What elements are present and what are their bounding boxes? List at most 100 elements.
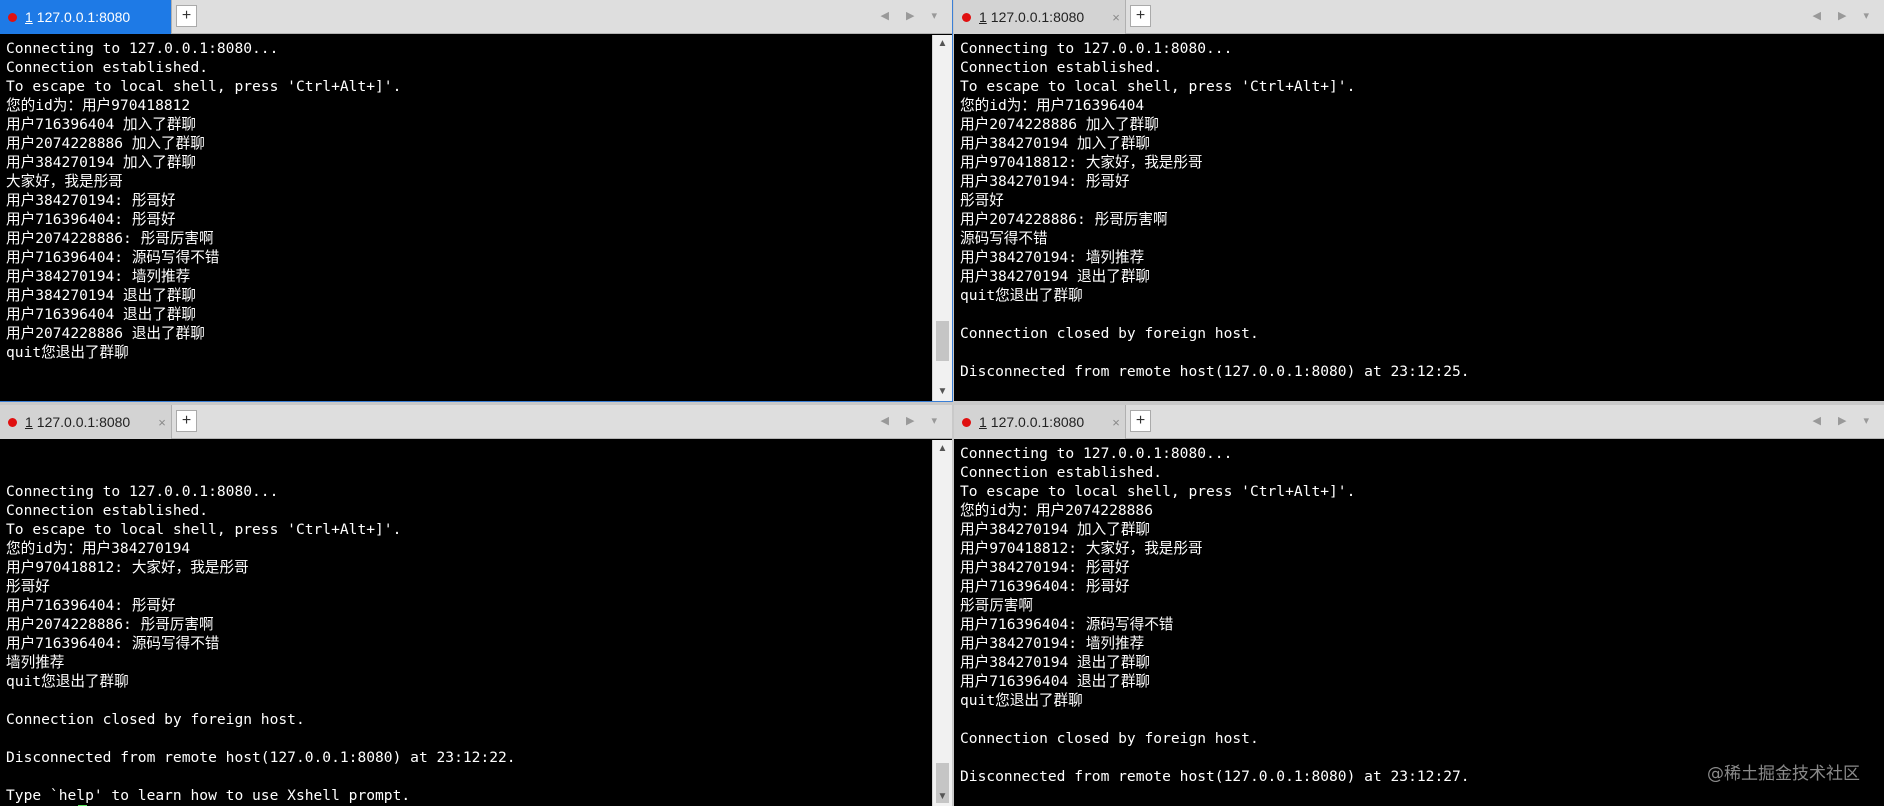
scroll-down-arrow-icon[interactable]: ▼ bbox=[933, 788, 952, 806]
terminal-line: Connection established. bbox=[960, 59, 1163, 76]
terminal-line: 用户716396404: 彤哥好 bbox=[960, 578, 1130, 595]
terminal-line: 用户2074228886: 彤哥厉害啊 bbox=[6, 230, 214, 247]
terminal-line: quit您退出了群聊 bbox=[6, 673, 129, 690]
tab-bar: 1 127.0.0.1:8080 × + ◀ ▶ ▾ bbox=[954, 0, 1884, 34]
terminal-output[interactable]: Connecting to 127.0.0.1:8080... Connectio… bbox=[6, 39, 928, 401]
terminal-line: 用户384270194 加入了群聊 bbox=[6, 154, 197, 171]
terminal-line: 用户970418812: 大家好，我是彤哥 bbox=[960, 154, 1203, 171]
terminal-line: 用户2074228886 加入了群聊 bbox=[6, 135, 205, 152]
tab-session[interactable]: 1 127.0.0.1:8080 bbox=[0, 0, 172, 34]
vertical-scrollbar[interactable]: ▲ ▼ bbox=[932, 35, 952, 401]
terminal-line: To escape to local shell, press 'Ctrl+Al… bbox=[6, 78, 402, 95]
terminal-line: 用户970418812: 大家好，我是彤哥 bbox=[6, 559, 249, 576]
tab-number: 1 bbox=[979, 9, 987, 25]
tab-session[interactable]: 1 127.0.0.1:8080 × bbox=[954, 405, 1126, 439]
terminal-pane-top-left[interactable]: 1 127.0.0.1:8080 + ◀ ▶ ▾ Connecting to 1… bbox=[0, 0, 953, 402]
scroll-up-arrow-icon[interactable]: ▲ bbox=[933, 35, 952, 53]
terminal-line: Connecting to 127.0.0.1:8080... bbox=[6, 483, 279, 500]
terminal-pane-bottom-right[interactable]: 1 127.0.0.1:8080 × + ◀ ▶ ▾ Connecting to… bbox=[954, 405, 1884, 806]
terminal-line: Disconnected from remote host(127.0.0.1:… bbox=[6, 749, 516, 766]
scroll-up-arrow-icon[interactable]: ▲ bbox=[933, 440, 952, 458]
connection-status-icon bbox=[8, 417, 17, 427]
terminal-line: 用户384270194: 墙列推荐 bbox=[960, 635, 1145, 652]
terminal-line: Connecting to 127.0.0.1:8080... bbox=[960, 40, 1233, 57]
terminal-line: 用户716396404: 彤哥好 bbox=[6, 597, 176, 614]
terminal-line: 彤哥好 bbox=[6, 578, 50, 595]
terminal-line: 用户716396404: 彤哥好 bbox=[6, 211, 176, 228]
tab-number: 1 bbox=[25, 414, 33, 430]
terminal-line: 您的id为：用户716396404 bbox=[960, 97, 1145, 114]
terminal-line: 用户384270194 退出了群聊 bbox=[960, 268, 1151, 285]
scroll-down-arrow-icon[interactable]: ▼ bbox=[933, 383, 952, 401]
terminal-line: Disconnected from remote host(127.0.0.1:… bbox=[960, 363, 1470, 380]
terminal-line: quit您退出了群聊 bbox=[6, 344, 129, 361]
tab-session[interactable]: 1 127.0.0.1:8080 × bbox=[0, 405, 172, 439]
tab-session[interactable]: 1 127.0.0.1:8080 × bbox=[954, 0, 1126, 34]
watermark: @稀土掘金技术社区 bbox=[1707, 764, 1860, 784]
terminal-line: 用户716396404 退出了群聊 bbox=[6, 306, 197, 323]
terminal-line: 彤哥好 bbox=[960, 192, 1004, 209]
tab-bar: 1 127.0.0.1:8080 + ◀ ▶ ▾ bbox=[0, 0, 952, 34]
terminal-output[interactable]: Connecting to 127.0.0.1:8080... Connectio… bbox=[960, 444, 1860, 806]
terminal-line: 墙列推荐 bbox=[6, 654, 65, 671]
terminal-line: 用户2074228886: 彤哥厉害啊 bbox=[960, 211, 1168, 228]
terminal-line: Connection closed by foreign host. bbox=[960, 325, 1259, 342]
terminal-line: 用户384270194: 墙列推荐 bbox=[6, 268, 191, 285]
close-tab-icon[interactable]: × bbox=[1107, 10, 1125, 25]
tab-navigation-arrows[interactable]: ◀ ▶ ▾ bbox=[880, 414, 944, 427]
close-tab-icon[interactable]: × bbox=[1107, 415, 1125, 430]
tab-number: 1 bbox=[25, 9, 33, 25]
terminal-line: 用户384270194: 彤哥好 bbox=[960, 559, 1130, 576]
terminal-line: To escape to local shell, press 'Ctrl+Al… bbox=[960, 78, 1356, 95]
terminal-line: 源码写得不错 bbox=[960, 230, 1048, 247]
connection-status-icon bbox=[962, 12, 971, 22]
terminal-line: Connection closed by foreign host. bbox=[960, 730, 1259, 747]
terminal-line: 用户384270194 退出了群聊 bbox=[960, 654, 1151, 671]
terminal-line: 彤哥厉害啊 bbox=[960, 597, 1033, 614]
terminal-line: 大家好，我是彤哥 bbox=[6, 173, 123, 190]
add-tab-button[interactable]: + bbox=[176, 5, 197, 27]
terminal-line: Type `help' to learn how to use Xshell p… bbox=[6, 787, 411, 804]
tab-bar: 1 127.0.0.1:8080 × + ◀ ▶ ▾ bbox=[0, 405, 952, 439]
connection-status-icon bbox=[8, 12, 17, 22]
terminal-line: 用户716396404: 源码写得不错 bbox=[960, 616, 1174, 633]
vertical-scrollbar[interactable]: ▲ ▼ bbox=[932, 440, 952, 806]
terminal-line: To escape to local shell, press 'Ctrl+Al… bbox=[960, 483, 1356, 500]
tab-title: 127.0.0.1:8080 bbox=[990, 414, 1085, 430]
terminal-line: 您的id为：用户970418812 bbox=[6, 97, 191, 114]
tab-navigation-arrows[interactable]: ◀ ▶ ▾ bbox=[880, 9, 944, 22]
terminal-line: 用户384270194: 墙列推荐 bbox=[960, 249, 1145, 266]
terminal-line: 用户384270194: 彤哥好 bbox=[6, 192, 176, 209]
add-tab-button[interactable]: + bbox=[1130, 410, 1151, 432]
terminal-line: 您的id为：用户384270194 bbox=[6, 540, 191, 557]
add-tab-button[interactable]: + bbox=[176, 410, 197, 432]
terminal-line: 用户384270194 加入了群聊 bbox=[960, 521, 1151, 538]
terminal-line: 用户384270194 加入了群聊 bbox=[960, 135, 1151, 152]
terminal-pane-bottom-left[interactable]: 1 127.0.0.1:8080 × + ◀ ▶ ▾ Connecting to… bbox=[0, 405, 952, 806]
close-tab-icon[interactable]: × bbox=[153, 415, 171, 430]
terminal-pane-top-right[interactable]: 1 127.0.0.1:8080 × + ◀ ▶ ▾ Connecting to… bbox=[954, 0, 1884, 401]
terminal-output[interactable]: Connecting to 127.0.0.1:8080... Connectio… bbox=[6, 444, 928, 806]
scrollbar-thumb[interactable] bbox=[936, 321, 949, 361]
terminal-line: 用户384270194: 彤哥好 bbox=[960, 173, 1130, 190]
add-tab-button[interactable]: + bbox=[1130, 5, 1151, 27]
tab-title: 127.0.0.1:8080 bbox=[990, 9, 1085, 25]
terminal-line: Connection established. bbox=[960, 464, 1163, 481]
tab-navigation-arrows[interactable]: ◀ ▶ ▾ bbox=[1812, 414, 1876, 427]
terminal-line: 用户384270194 退出了群聊 bbox=[6, 287, 197, 304]
connection-status-icon bbox=[962, 417, 971, 427]
tab-title: 127.0.0.1:8080 bbox=[36, 9, 131, 25]
tab-navigation-arrows[interactable]: ◀ ▶ ▾ bbox=[1812, 9, 1876, 22]
terminal-line: Connecting to 127.0.0.1:8080... bbox=[6, 40, 279, 57]
terminal-line: quit您退出了群聊 bbox=[960, 287, 1083, 304]
tab-title: 127.0.0.1:8080 bbox=[36, 414, 131, 430]
terminal-line: 用户716396404 退出了群聊 bbox=[960, 673, 1151, 690]
terminal-line: 用户2074228886 加入了群聊 bbox=[960, 116, 1159, 133]
terminal-line: 用户716396404: 源码写得不错 bbox=[6, 635, 220, 652]
terminal-output[interactable]: Connecting to 127.0.0.1:8080... Connectio… bbox=[960, 39, 1860, 401]
